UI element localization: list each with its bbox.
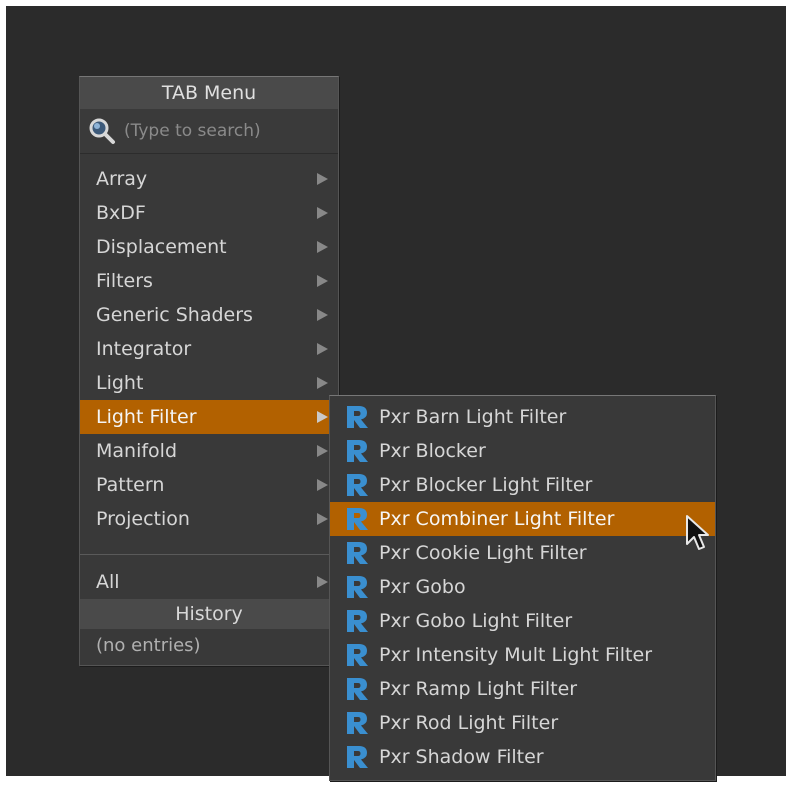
- submenu-item-pxr-gobo[interactable]: Pxr Gobo: [330, 570, 715, 604]
- renderman-r-icon: [347, 406, 368, 428]
- node-graph-canvas[interactable]: TAB Menu Array BxDF Displacement Filters Gen…: [6, 6, 786, 781]
- submenu-item-pxr-gobo-light-filter[interactable]: Pxr Gobo Light Filter: [330, 604, 715, 638]
- renderman-r-icon: [347, 474, 368, 496]
- submenu-item-label: Pxr Blocker: [379, 440, 486, 462]
- menu-item-label: Light: [96, 372, 144, 394]
- menu-item-label: Generic Shaders: [96, 304, 253, 326]
- submenu-item-label: Pxr Intensity Mult Light Filter: [379, 644, 653, 666]
- submenu-arrow-icon: [317, 207, 328, 219]
- renderman-r-icon: [347, 644, 368, 666]
- menu-item-all[interactable]: All: [80, 565, 338, 599]
- menu-item-displacement[interactable]: Displacement: [80, 230, 338, 264]
- submenu-item-pxr-barn-light-filter[interactable]: Pxr Barn Light Filter: [330, 400, 715, 434]
- menu-item-manifold[interactable]: Manifold: [80, 434, 338, 468]
- renderman-r-icon: [347, 746, 368, 768]
- menu-item-label: Filters: [96, 270, 153, 292]
- submenu-item-pxr-intensity-mult-light-filter[interactable]: Pxr Intensity Mult Light Filter: [330, 638, 715, 672]
- menu-item-light-filter[interactable]: Light Filter: [80, 400, 338, 434]
- submenu-item-label: Pxr Gobo Light Filter: [379, 610, 573, 632]
- menu-item-label: All: [96, 571, 120, 593]
- submenu-arrow-icon: [317, 343, 328, 355]
- renderman-r-icon: [347, 678, 368, 700]
- renderman-r-icon: [347, 712, 368, 734]
- submenu-arrow-icon: [317, 513, 328, 525]
- submenu-item-label: Pxr Cookie Light Filter: [379, 542, 587, 564]
- submenu-arrow-icon: [317, 275, 328, 287]
- menu-item-filters[interactable]: Filters: [80, 264, 338, 298]
- menu-item-pattern[interactable]: Pattern: [80, 468, 338, 502]
- menu-item-bxdf[interactable]: BxDF: [80, 196, 338, 230]
- menu-item-array[interactable]: Array: [80, 162, 338, 196]
- menu-item-generic-shaders[interactable]: Generic Shaders: [80, 298, 338, 332]
- search-row: [80, 109, 338, 154]
- submenu-item-pxr-blocker[interactable]: Pxr Blocker: [330, 434, 715, 468]
- menu-item-label: BxDF: [96, 202, 146, 224]
- renderman-r-icon: [347, 610, 368, 632]
- history-title: History: [80, 599, 338, 629]
- submenu-item-pxr-shadow-filter[interactable]: Pxr Shadow Filter: [330, 740, 715, 774]
- submenu-arrow-icon: [317, 241, 328, 253]
- submenu-arrow-icon: [317, 576, 328, 588]
- submenu-arrow-icon: [317, 173, 328, 185]
- submenu-item-pxr-ramp-light-filter[interactable]: Pxr Ramp Light Filter: [330, 672, 715, 706]
- submenu-item-label: Pxr Ramp Light Filter: [379, 678, 578, 700]
- menu-item-label: Pattern: [96, 474, 165, 496]
- menu-item-projection[interactable]: Projection: [80, 502, 338, 536]
- submenu-item-pxr-cookie-light-filter[interactable]: Pxr Cookie Light Filter: [330, 536, 715, 570]
- renderman-r-icon: [347, 576, 368, 598]
- renderman-r-icon: [347, 508, 368, 530]
- renderman-r-icon: [347, 440, 368, 462]
- submenu-item-label: Pxr Combiner Light Filter: [379, 508, 615, 530]
- tab-menu: TAB Menu Array BxDF Displacement Filters Gen…: [79, 76, 339, 666]
- submenu-item-label: Pxr Barn Light Filter: [379, 406, 567, 428]
- submenu-arrow-icon: [317, 411, 328, 423]
- menu-item-label: Projection: [96, 508, 190, 530]
- submenu-item-pxr-blocker-light-filter[interactable]: Pxr Blocker Light Filter: [330, 468, 715, 502]
- menu-item-label: Integrator: [96, 338, 192, 360]
- submenu-item-pxr-rod-light-filter[interactable]: Pxr Rod Light Filter: [330, 706, 715, 740]
- search-icon: [89, 118, 115, 144]
- submenu-item-pxr-combiner-light-filter[interactable]: Pxr Combiner Light Filter: [330, 502, 715, 536]
- submenu-arrow-icon: [317, 309, 328, 321]
- mouse-pointer-icon: [686, 515, 709, 550]
- menu-item-label: Array: [96, 168, 148, 190]
- light-filter-submenu: Pxr Barn Light Filter Pxr Blocker Pxr Bloc…: [329, 395, 716, 781]
- category-list: Array BxDF Displacement Filters Generic Shad…: [80, 154, 338, 536]
- submenu-item-label: Pxr Gobo: [379, 576, 466, 598]
- search-input[interactable]: [124, 121, 304, 141]
- menu-item-label: Light Filter: [96, 406, 197, 428]
- submenu-arrow-icon: [317, 377, 328, 389]
- submenu-item-label: Pxr Rod Light Filter: [379, 712, 559, 734]
- menu-item-light[interactable]: Light: [80, 366, 338, 400]
- menu-item-label: Manifold: [96, 440, 178, 462]
- menu-item-label: Displacement: [96, 236, 227, 258]
- menu-divider: [80, 554, 338, 555]
- renderman-r-icon: [347, 542, 368, 564]
- menu-item-integrator[interactable]: Integrator: [80, 332, 338, 366]
- tab-menu-title: TAB Menu: [80, 77, 338, 109]
- submenu-item-label: Pxr Blocker Light Filter: [379, 474, 593, 496]
- submenu-item-label: Pxr Shadow Filter: [379, 746, 544, 768]
- history-empty-text: (no entries): [96, 635, 201, 656]
- submenu-arrow-icon: [317, 479, 328, 491]
- submenu-arrow-icon: [317, 445, 328, 457]
